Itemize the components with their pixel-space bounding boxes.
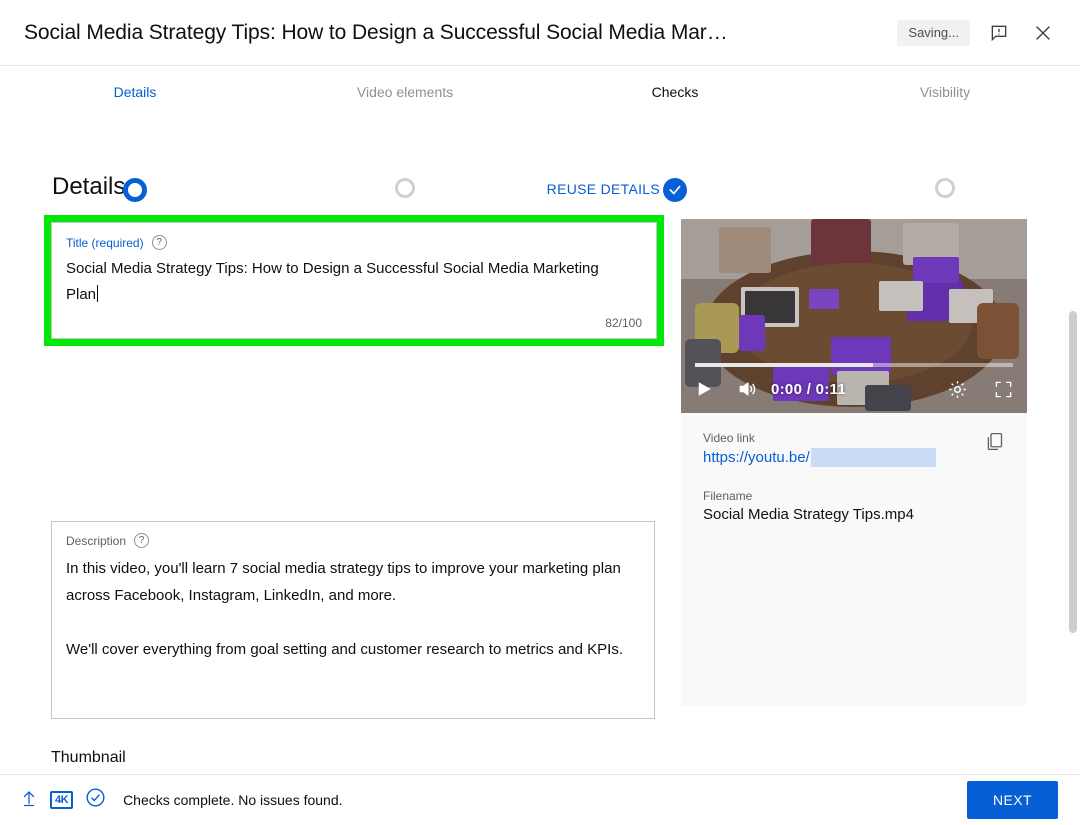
gear-icon[interactable]: [947, 379, 968, 400]
description-label-row: Description ?: [66, 533, 640, 548]
details-heading: Details: [52, 173, 126, 200]
video-link-label: Video link: [703, 431, 755, 445]
scrollbar[interactable]: [1066, 151, 1080, 774]
copy-icon[interactable]: [984, 431, 1005, 457]
details-scroll-area: Details REUSE DETAILS Title (required) ?…: [0, 151, 1080, 774]
dialog-header: Social Media Strategy Tips: How to Desig…: [0, 0, 1080, 66]
reuse-details-button[interactable]: REUSE DETAILS: [547, 181, 660, 197]
thumbnail-heading: Thumbnail: [51, 749, 126, 766]
upload-icon: [20, 788, 38, 813]
video-time-display: 0:00 / 0:11: [771, 380, 847, 398]
stepper-labels: Details Video elements Checks Visibility: [0, 84, 1080, 100]
next-button[interactable]: NEXT: [967, 781, 1058, 819]
filename-label: Filename: [703, 489, 753, 503]
video-progress-bar[interactable]: [695, 363, 1013, 367]
help-icon[interactable]: ?: [134, 533, 150, 548]
step-label-video-elements[interactable]: Video elements: [270, 84, 540, 100]
description-field-value: In this video, you'll learn 7 social med…: [66, 560, 623, 658]
help-icon[interactable]: ?: [151, 235, 167, 250]
step-label-visibility[interactable]: Visibility: [810, 84, 1080, 100]
header-actions: Saving...: [897, 18, 1058, 48]
title-text: Social Media Strategy Tips: How to Desig…: [66, 260, 599, 303]
title-field-label: Title (required): [66, 235, 144, 250]
check-circle-icon: [85, 787, 106, 813]
page-title: Social Media Strategy Tips: How to Desig…: [24, 20, 728, 44]
close-icon[interactable]: [1028, 18, 1058, 48]
footer-status-icons: 4K: [20, 787, 106, 813]
text-caret: [97, 285, 99, 302]
step-label-checks[interactable]: Checks: [540, 84, 810, 100]
step-dot-video-elements[interactable]: [395, 178, 415, 198]
description-input[interactable]: Description ? In this video, you'll lear…: [51, 521, 655, 719]
video-player[interactable]: 0:00 / 0:11: [681, 219, 1027, 413]
play-icon[interactable]: [695, 379, 713, 399]
step-dot-checks[interactable]: [663, 178, 687, 202]
title-label-row: Title (required) ?: [66, 235, 642, 250]
volume-icon[interactable]: [737, 379, 757, 399]
filename-value: Social Media Strategy Tips.mp4: [703, 506, 914, 523]
video-controls: 0:00 / 0:11: [681, 369, 1027, 409]
video-id-redaction: [810, 448, 936, 467]
video-preview-panel: 0:00 / 0:11 Video link https://youtu.be/…: [681, 219, 1027, 706]
resolution-badge: 4K: [50, 791, 74, 809]
video-link-row[interactable]: https://youtu.be/: [703, 448, 1005, 467]
checks-status-text: Checks complete. No issues found.: [123, 792, 343, 808]
fullscreen-icon[interactable]: [994, 380, 1013, 399]
dialog-footer: 4K Checks complete. No issues found. NEX…: [0, 774, 1080, 825]
title-char-counter: 82/100: [605, 316, 642, 330]
scrollbar-thumb[interactable]: [1069, 311, 1077, 633]
video-link-value: https://youtu.be/: [703, 449, 810, 466]
upload-stepper: Details Video elements Checks Visibility: [0, 66, 1080, 202]
title-input[interactable]: Title (required) ? Social Media Strategy…: [51, 222, 657, 339]
video-progress-fill: [695, 363, 874, 367]
video-meta-block: Video link https://youtu.be/ Filename So…: [681, 413, 1027, 523]
step-label-details[interactable]: Details: [0, 84, 270, 100]
checkmark-icon: [669, 185, 681, 195]
status-badge: Saving...: [897, 19, 970, 46]
feedback-icon[interactable]: [984, 18, 1014, 48]
description-field-label: Description: [66, 533, 127, 548]
title-field-value: Social Media Strategy Tips: How to Desig…: [66, 256, 611, 308]
step-dot-details[interactable]: [123, 178, 147, 202]
step-dot-visibility[interactable]: [935, 178, 955, 198]
title-field-highlight: Title (required) ? Social Media Strategy…: [44, 215, 664, 346]
